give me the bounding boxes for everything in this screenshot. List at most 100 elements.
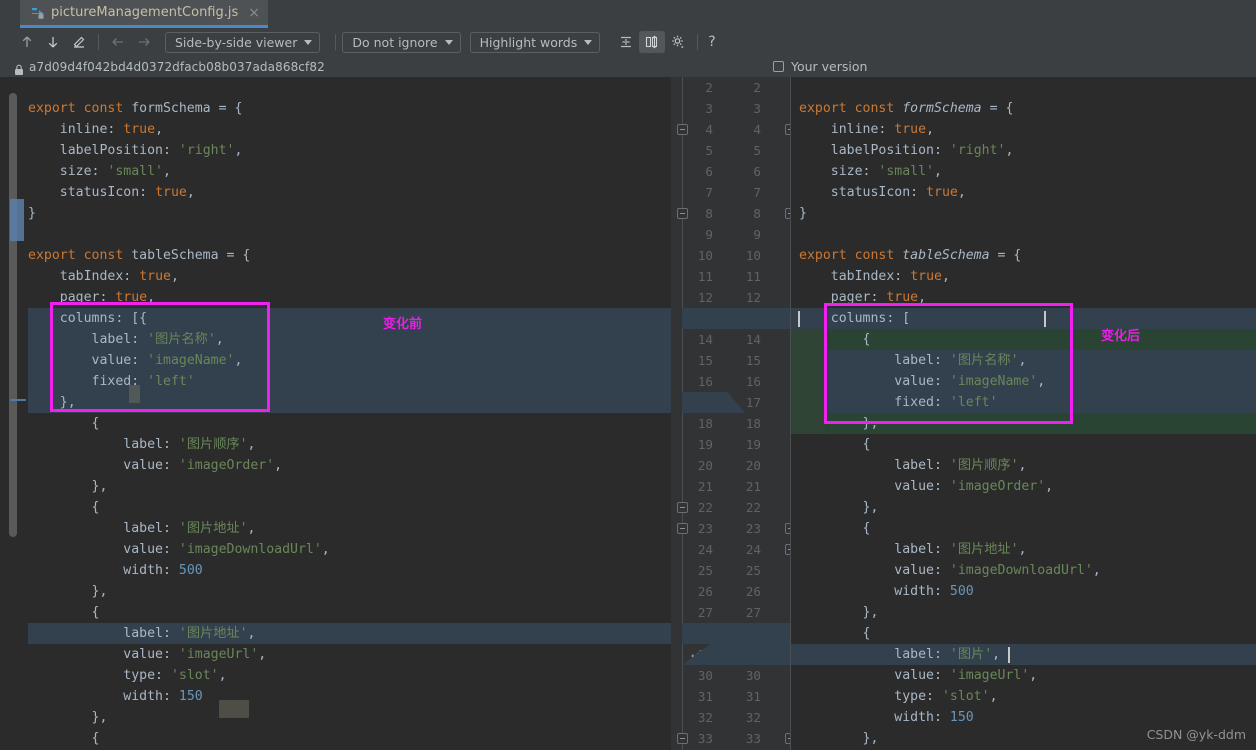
diff-gutter: 2233445566778899101011111212131314141515… — [671, 77, 791, 750]
code-line: }, — [791, 602, 1256, 623]
line-number-right: 10 — [745, 248, 761, 263]
line-number-right: 15 — [745, 353, 761, 368]
code-line-text: value: 'imageUrl', — [894, 668, 1038, 683]
viewer-mode-label: Side-by-side viewer — [175, 34, 298, 50]
code-line-text: label: '图片顺序', — [894, 458, 1027, 473]
code-line-text: size: 'small', — [830, 164, 942, 179]
code-line-text: label: '图片名称', — [91, 332, 224, 347]
code-line: }, — [0, 476, 671, 497]
line-number-left: 25 — [697, 563, 713, 578]
code-line-text: tabIndex: true, — [830, 269, 950, 284]
code-line: width: 150 — [791, 707, 1256, 728]
code-line-text: value: 'imageDownloadUrl', — [894, 563, 1101, 578]
code-line: } — [791, 203, 1256, 224]
line-number-left: 12 — [697, 290, 713, 305]
code-line-text: { — [28, 500, 100, 515]
code-line-text: value: 'imageOrder', — [123, 458, 283, 473]
line-number-right: 2 — [753, 80, 761, 95]
highlight-mode-dropdown[interactable]: Highlight words — [469, 31, 601, 53]
line-number-right: 19 — [745, 437, 761, 452]
code-line: type: 'slot', — [0, 665, 671, 686]
code-line-text: width: 150 — [894, 710, 974, 725]
tab-bar: pictureManagementConfig.js × — [0, 0, 1256, 28]
code-line: tabIndex: true, — [791, 266, 1256, 287]
line-number-left: 24 — [697, 542, 713, 557]
line-number-right: 9 — [753, 227, 761, 242]
code-line-text: inline: true, — [59, 122, 164, 137]
pencil-icon[interactable] — [66, 31, 92, 53]
fold-toggle-left[interactable] — [677, 733, 688, 744]
arrow-down-icon[interactable] — [40, 31, 66, 53]
editor-tab-pictureManagementConfig[interactable]: pictureManagementConfig.js × — [20, 0, 269, 28]
code-line: value: 'imageName', — [0, 350, 671, 371]
arrow-left-icon[interactable] — [105, 31, 131, 53]
revision-hash: a7d09d4f042bd4d0372dfacb08b037ada868cf82 — [29, 59, 325, 74]
arrow-up-icon[interactable] — [14, 31, 40, 53]
code-line: fixed: 'left' — [791, 392, 1256, 413]
left-revision-info: a7d09d4f042bd4d0372dfacb08b037ada868cf82 — [14, 56, 325, 77]
fold-toggle-left[interactable] — [677, 124, 688, 135]
code-line-text: export const tableSchema = { — [28, 248, 251, 263]
code-line-text: label: '图片地址', — [894, 542, 1027, 557]
collapse-unchanged-icon[interactable] — [613, 31, 639, 53]
line-number-left: 30 — [697, 668, 713, 683]
viewer-mode-dropdown[interactable]: Side-by-side viewer — [165, 31, 321, 53]
right-diff-pane[interactable]: export const formSchema = { inline: true… — [791, 77, 1256, 750]
right-code-content[interactable]: export const formSchema = { inline: true… — [791, 77, 1256, 750]
code-line: { — [0, 413, 671, 434]
code-line-text: }, — [799, 731, 879, 746]
chevron-down-icon — [304, 39, 313, 45]
line-number-left: 19 — [697, 437, 713, 452]
gear-icon[interactable] — [665, 31, 691, 53]
code-line: columns: [{ — [0, 308, 671, 329]
line-number-right: 25 — [745, 563, 761, 578]
line-number-left: 21 — [697, 479, 713, 494]
code-line-text: value: 'imageName', — [894, 374, 1046, 389]
code-line-text: label: '图片名称', — [894, 353, 1027, 368]
code-line-text: }, — [28, 479, 108, 494]
arrow-right-icon[interactable] — [131, 31, 157, 53]
line-number-right: 14 — [745, 332, 761, 347]
code-line-text: }, — [28, 395, 76, 410]
line-number-right: 3 — [753, 101, 761, 116]
close-icon[interactable]: × — [244, 6, 260, 20]
code-line-text: width: 500 — [894, 584, 974, 599]
code-line-text: { — [799, 332, 871, 347]
question-mark-icon[interactable]: ? — [704, 34, 719, 50]
code-line: inline: true, — [0, 119, 671, 140]
line-number-left: 27 — [697, 605, 713, 620]
code-line-text: statusIcon: true, — [59, 185, 195, 200]
right-revision-info: Your version — [773, 56, 867, 77]
code-line: }, — [0, 707, 671, 728]
your-version-checkbox[interactable] — [773, 61, 784, 72]
left-code-content[interactable]: export const formSchema = { inline: true… — [0, 77, 671, 750]
code-line: label: '图片顺序', — [791, 455, 1256, 476]
line-number-left: 5 — [705, 143, 713, 158]
synchronize-scroll-icon[interactable] — [639, 31, 666, 53]
line-number-left: 6 — [705, 164, 713, 179]
line-number-right: 22 — [745, 500, 761, 515]
code-line: { — [791, 434, 1256, 455]
fold-toggle-left[interactable] — [677, 208, 688, 219]
code-line-text: } — [28, 206, 36, 221]
line-number-left: 7 — [705, 185, 713, 200]
fold-toggle-left[interactable] — [677, 502, 688, 513]
code-line: label: '图片地址', — [0, 518, 671, 539]
left-diff-pane[interactable]: export const formSchema = { inline: true… — [0, 77, 671, 750]
line-number-left: 31 — [697, 689, 713, 704]
code-line: export const formSchema = { — [791, 98, 1256, 119]
code-line: value: 'imageName', — [791, 371, 1256, 392]
fold-toggle-left[interactable] — [677, 523, 688, 534]
line-number-right: 20 — [745, 458, 761, 473]
code-line-text: { — [799, 437, 871, 452]
ignore-mode-dropdown[interactable]: Do not ignore — [342, 31, 461, 53]
code-line: pager: true, — [0, 287, 671, 308]
code-line-text: pager: true, — [830, 290, 927, 305]
code-line-text: value: 'imageName', — [91, 353, 243, 368]
code-line: pager: true, — [791, 287, 1256, 308]
code-line: export const formSchema = { — [0, 98, 671, 119]
code-line-text: labelPosition: 'right', — [59, 143, 243, 158]
